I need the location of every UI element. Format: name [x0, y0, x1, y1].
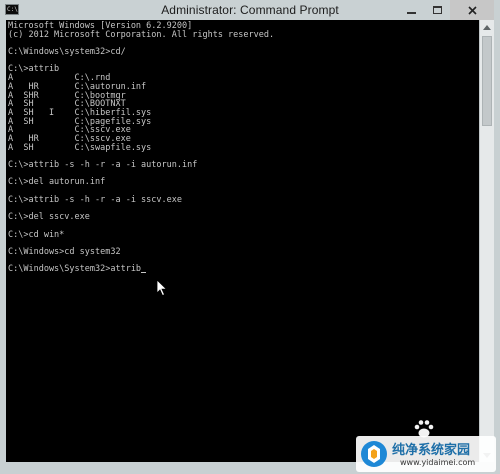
console-line: A SH C:\swapfile.sys [8, 142, 152, 153]
console-line: C:\>del sscv.exe [8, 212, 90, 223]
maximize-icon [432, 6, 442, 14]
text-caret [141, 271, 147, 273]
window-controls [398, 0, 494, 20]
title-bar[interactable]: C:\ Administrator: Command Prompt [0, 0, 500, 20]
mouse-pointer-icon [156, 279, 168, 297]
scroll-up-arrow-icon [483, 24, 491, 30]
site-watermark: 纯净系统家园 www.yidaimei.com [356, 436, 496, 472]
close-icon [467, 5, 477, 15]
watermark-url: www.yidaimei.com [400, 458, 476, 467]
console-line: C:\>attrib -s -h -r -a -i sscv.exe [8, 194, 182, 205]
vertical-scrollbar[interactable] [479, 20, 494, 462]
console-line: (c) 2012 Microsoft Corporation. All righ… [8, 29, 275, 40]
console-line: C:\>cd win* [8, 229, 65, 240]
maximize-button[interactable] [424, 0, 450, 20]
console-text: Microsoft Windows [Version 6.2.9200] (c) … [8, 22, 274, 274]
console-output[interactable]: Microsoft Windows [Version 6.2.9200] (c) … [6, 20, 479, 462]
command-prompt-window: C:\ Administrator: Command Prompt Micros… [0, 0, 500, 474]
minimize-icon [406, 12, 416, 14]
minimize-button[interactable] [398, 0, 424, 20]
close-button[interactable] [450, 0, 494, 20]
watermark-title: 纯净系统家园 [392, 443, 471, 458]
scroll-up-button[interactable] [480, 20, 494, 34]
console-line: C:\Windows\system32>cd/ [8, 47, 126, 58]
console-line: C:\>attrib -s -h -r -a -i autorun.inf [8, 160, 198, 170]
console-line: C:\Windows\System32>attrib [8, 265, 274, 274]
console-line: C:\Windows>cd system32 [8, 246, 121, 257]
console-line: C:\>del autorun.inf [8, 177, 106, 188]
scroll-thumb[interactable] [482, 36, 492, 126]
site-logo-icon [361, 441, 387, 467]
